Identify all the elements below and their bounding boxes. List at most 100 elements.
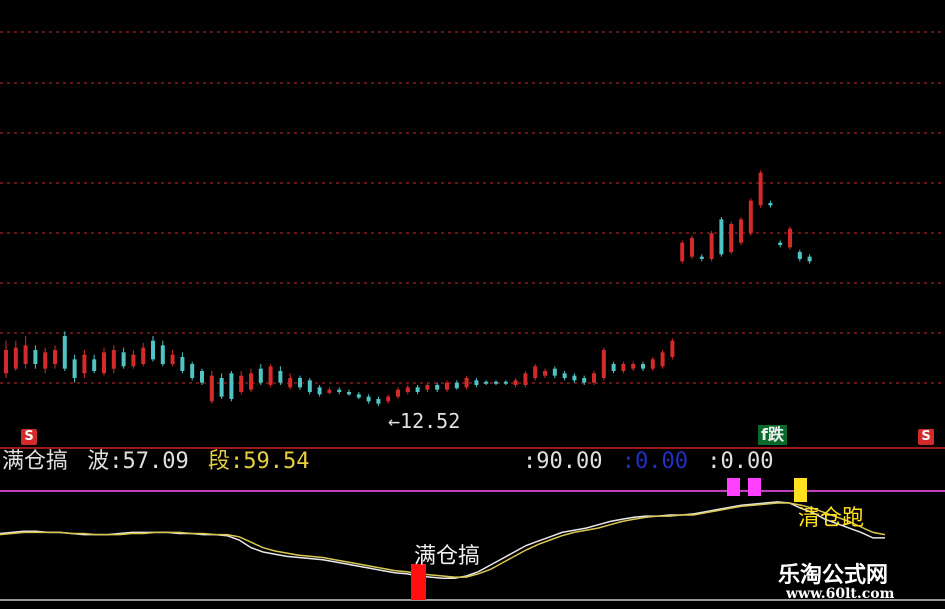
candle-body — [190, 364, 195, 378]
candle-body — [494, 381, 498, 384]
candle-body — [347, 392, 351, 395]
candle-body — [307, 380, 312, 392]
candle-body — [739, 219, 743, 243]
candle-body — [641, 364, 645, 369]
drop-badge[interactable]: f跌 — [758, 425, 787, 445]
magenta-signal-marker — [748, 478, 761, 496]
candle-body — [33, 350, 38, 364]
candle-body — [151, 340, 155, 360]
candle-body — [768, 203, 773, 206]
candle-body — [200, 371, 204, 383]
candle-body — [474, 380, 479, 385]
wave-label: 波: — [87, 449, 123, 474]
candle-body — [327, 389, 332, 393]
segment-label: 段: — [208, 449, 244, 474]
watermark-url: www.60lt.com — [786, 586, 895, 602]
candle-body — [660, 352, 665, 367]
candle-body — [209, 375, 214, 402]
candle-body — [219, 378, 224, 397]
buy-signal-label: 满仓搞 — [414, 544, 481, 569]
candle-body — [454, 382, 459, 389]
candle-body — [366, 396, 371, 402]
candle-body — [356, 394, 361, 398]
candle-body — [53, 350, 57, 364]
s-marker-left: S — [21, 429, 37, 445]
candle-body — [807, 256, 812, 262]
wave-value: 57.09 — [122, 449, 189, 474]
candle-body — [111, 350, 116, 369]
candle-body — [131, 354, 136, 367]
candle-body — [4, 350, 8, 374]
candle-body — [572, 375, 577, 381]
candle-body — [699, 256, 704, 259]
sell-signal-label: 清仓跑 — [798, 506, 865, 531]
level-2-value: :0.00 — [621, 449, 688, 474]
candle-body — [13, 347, 18, 369]
candle-body — [611, 364, 616, 371]
candle-body — [670, 340, 675, 357]
candle-body — [72, 359, 77, 378]
candle-body — [484, 381, 489, 384]
candle-body — [513, 380, 518, 385]
candle-body — [249, 373, 253, 390]
candle-body — [425, 385, 430, 390]
segment-value: 59.54 — [243, 449, 310, 474]
candle-body — [288, 378, 293, 388]
candle-body — [23, 345, 28, 364]
candle-body — [758, 172, 763, 206]
candlestick-series — [4, 170, 812, 406]
candle-body — [464, 378, 469, 388]
candle-body — [62, 336, 67, 369]
candle-body — [582, 378, 587, 383]
candle-body — [92, 359, 97, 371]
candle-body — [337, 389, 342, 392]
candle-body — [258, 368, 263, 383]
candle-body — [690, 238, 694, 257]
candle-body — [396, 389, 400, 397]
candle-body — [43, 352, 48, 369]
candle-body — [386, 396, 391, 402]
candle-body — [376, 399, 381, 404]
candle-body — [229, 373, 234, 399]
candle-body — [533, 366, 538, 378]
low-price-annotation: ←12.52 — [388, 409, 461, 433]
watermark-title: 乐淘公式网 — [778, 563, 889, 588]
candle-body — [435, 385, 440, 390]
candle-body — [405, 387, 410, 392]
candle-body — [650, 359, 655, 369]
stock-chart-window: ←12.52 f跌 S S 满仓搞 波:57.09 段:59.54 :90.00… — [0, 0, 945, 609]
candle-body — [748, 200, 753, 234]
magenta-signal-marker — [727, 478, 740, 496]
candle-body — [160, 345, 165, 364]
candle-body — [239, 375, 244, 392]
candle-body — [317, 387, 322, 395]
candle-body — [601, 350, 606, 378]
level-3-value: :0.00 — [707, 449, 774, 474]
candle-body — [631, 364, 636, 369]
candle-body — [680, 242, 685, 262]
candle-body — [778, 242, 783, 245]
candle-body — [445, 382, 449, 390]
candle-body — [562, 373, 567, 378]
candle-body — [729, 224, 734, 252]
level-values: :90.00 :0.00 :0.00 — [523, 449, 773, 475]
candle-body — [170, 354, 175, 364]
candle-body — [523, 373, 528, 385]
candle-body — [709, 233, 714, 259]
candle-body — [278, 371, 283, 383]
candle-body — [621, 364, 626, 371]
candle-body — [141, 347, 146, 364]
candle-body — [543, 371, 547, 376]
sell-signal-marker — [794, 478, 807, 502]
candle-body — [592, 373, 596, 383]
candle-body — [82, 354, 87, 374]
candle-body — [121, 352, 126, 367]
candle-body — [102, 352, 106, 374]
s-marker-right: S — [918, 429, 934, 445]
candle-body — [180, 357, 185, 371]
candle-body — [788, 228, 792, 248]
candle-body — [719, 219, 724, 255]
candle-body — [797, 252, 802, 259]
candle-body — [268, 366, 273, 385]
level-1-value: :90.00 — [523, 449, 603, 474]
